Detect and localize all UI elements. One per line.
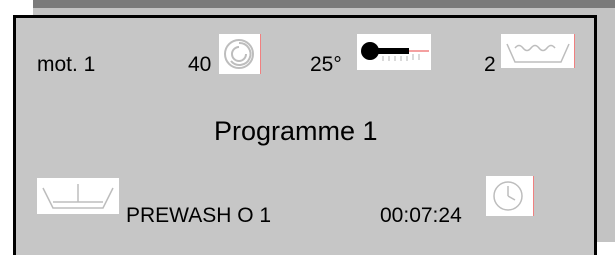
status-panel: mot. 1 40 25° 2 Programme 1 PREWASH O 1 … bbox=[13, 15, 597, 255]
phase-label: PREWASH O 1 bbox=[126, 204, 272, 227]
clock-icon bbox=[486, 176, 534, 216]
program-title: Programme 1 bbox=[214, 116, 378, 146]
machine-display: mot. 1 40 25° 2 Programme 1 PREWASH O 1 … bbox=[0, 0, 615, 255]
time-remaining: 00:07:24 bbox=[380, 204, 462, 227]
speed-value: 40 bbox=[188, 53, 212, 76]
temperature-value: 25° bbox=[310, 53, 342, 76]
water-level-value: 2 bbox=[484, 53, 496, 76]
display-top-strip bbox=[33, 0, 615, 8]
spin-icon bbox=[219, 34, 261, 74]
thermometer-icon bbox=[357, 34, 431, 70]
motor-label: mot. 1 bbox=[37, 53, 96, 76]
water-level-icon bbox=[501, 34, 575, 68]
drum-tub-icon bbox=[37, 178, 119, 214]
